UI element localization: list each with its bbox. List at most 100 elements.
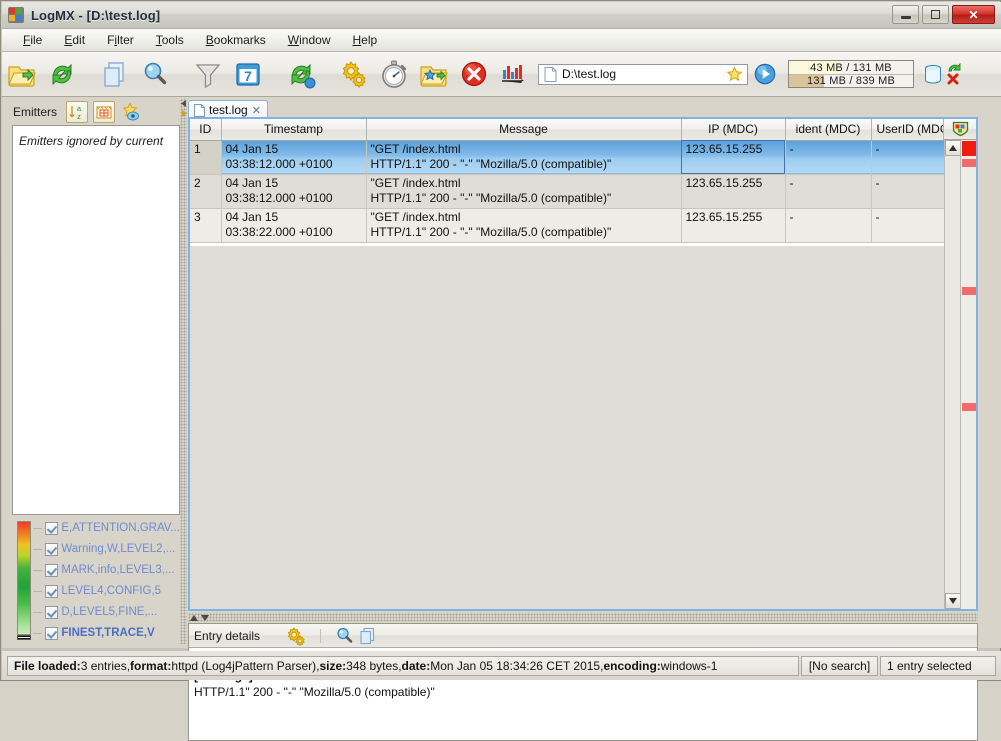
col-header-ip[interactable]: IP (MDC)	[681, 119, 786, 141]
menu-edit[interactable]: Edit	[53, 31, 96, 49]
marker[interactable]	[962, 159, 976, 167]
col-header-id[interactable]: ID	[190, 119, 222, 141]
toolbar-separator	[268, 54, 281, 94]
chart-icon[interactable]	[494, 54, 534, 94]
splitter-collapse-left-icon[interactable]	[180, 99, 187, 108]
delete-red-x-icon	[947, 73, 959, 85]
trash-icon[interactable]	[922, 62, 944, 86]
cell-userid: -	[871, 174, 944, 209]
auto-refresh-icon[interactable]	[281, 54, 321, 94]
splitter-expand-right-icon[interactable]	[180, 109, 187, 118]
sort-az-icon[interactable]: a z	[66, 101, 89, 123]
level-row[interactable]: MARK,info,LEVEL3,...	[33, 561, 180, 579]
scroll-down-icon[interactable]	[945, 593, 961, 609]
marker[interactable]	[962, 141, 976, 156]
severity-shield-icon[interactable]	[943, 119, 976, 140]
level-row[interactable]: D,LEVEL5,FINE,...	[33, 603, 180, 621]
marker[interactable]	[962, 287, 976, 295]
level-row[interactable]: Warning,W,LEVEL2,...	[33, 540, 180, 558]
search-icon[interactable]	[335, 626, 354, 645]
level-checkbox[interactable]	[45, 563, 59, 577]
details-value: HTTP/1.1" 200 - "-" "Mozilla/5.0 (compat…	[194, 685, 435, 699]
level-label: Warning,W,LEVEL2,...	[61, 543, 176, 555]
col-header-userid[interactable]: UserID (MDC)	[871, 119, 944, 141]
entry-marker-gutter[interactable]	[960, 140, 976, 609]
status-bar: File loaded: 3 entries, format: httpd (L…	[2, 651, 1001, 680]
minimize-button[interactable]	[892, 5, 919, 24]
table-row[interactable]: 3 04 Jan 15 03:38:22.000 +0100 "GET /ind…	[190, 208, 944, 243]
status-selection: 1 entry selected	[880, 655, 996, 676]
tab-label: test.log	[209, 103, 248, 117]
menu-tools[interactable]: Tools	[145, 31, 195, 49]
reload-icon[interactable]	[42, 54, 82, 94]
level-row[interactable]: FINEST,TRACE,V	[33, 624, 180, 642]
play-icon[interactable]	[752, 61, 778, 87]
marker[interactable]	[962, 403, 976, 411]
filter-funnel-icon[interactable]	[188, 54, 228, 94]
status-seg-label: size:	[319, 658, 347, 673]
title-bar: LogMX - [D:\test.log] ✕	[2, 2, 1001, 29]
cell-message: "GET /index.html HTTP/1.1" 200 - "-" "Mo…	[366, 140, 682, 175]
level-checkbox[interactable]	[45, 605, 59, 619]
heap-used: 43	[810, 61, 823, 74]
details-collapse-up-icon[interactable]	[188, 613, 199, 622]
favorites-folder-icon[interactable]	[414, 54, 454, 94]
log-path-value: D:\test.log	[562, 67, 617, 81]
reload-small-icon[interactable]	[945, 62, 963, 86]
grid-icon[interactable]	[93, 101, 116, 123]
open-folder-icon[interactable]	[2, 54, 42, 94]
table-row[interactable]: 2 04 Jan 15 03:38:12.000 +0100 "GET /ind…	[190, 174, 944, 209]
emitters-panel: Emitters a z Emitters ignored by current…	[7, 99, 183, 644]
menu-window[interactable]: Window	[277, 31, 342, 49]
menu-help[interactable]: Help	[341, 31, 388, 49]
level-checkbox[interactable]	[45, 521, 59, 535]
calendar-7-icon[interactable]: 7	[228, 54, 268, 94]
menu-file[interactable]: File	[12, 31, 53, 49]
menu-filter[interactable]: Filter	[96, 31, 145, 49]
left-splitter[interactable]	[180, 99, 187, 644]
severity-end-marker	[17, 635, 32, 640]
col-header-timestamp[interactable]: Timestamp	[221, 119, 367, 141]
copy-icon[interactable]	[95, 54, 135, 94]
star-icon[interactable]	[726, 65, 743, 83]
emitters-list[interactable]: Emitters ignored by current	[12, 125, 180, 515]
menu-bookmarks[interactable]: Bookmarks	[195, 31, 277, 49]
memory-gauge[interactable]: 43 MB / 131 MB 131 MB / 839 MB	[788, 60, 914, 88]
details-collapse-down-icon[interactable]	[199, 613, 210, 622]
copy-icon[interactable]	[358, 626, 377, 645]
cell-id: 2	[190, 174, 222, 209]
cell-userid: -	[871, 140, 944, 175]
table-empty-area[interactable]	[190, 246, 944, 609]
level-tick	[33, 590, 43, 592]
maximize-button[interactable]	[922, 5, 949, 24]
table-row[interactable]: 1 04 Jan 15 03:38:12.000 +0100 "GET /ind…	[190, 140, 944, 175]
maximize-icon	[931, 10, 940, 19]
close-red-icon[interactable]	[454, 54, 494, 94]
tab-close-icon[interactable]: ✕	[252, 104, 261, 117]
scrollbar-track[interactable]	[945, 156, 960, 593]
col-header-ident[interactable]: ident (MDC)	[785, 119, 872, 141]
level-row[interactable]: E,ATTENTION,GRAV...	[33, 519, 180, 537]
gears-icon[interactable]	[334, 54, 374, 94]
col-header-message[interactable]: Message	[366, 119, 682, 141]
status-seg-value: 348 bytes,	[346, 658, 402, 673]
main-toolbar: 7 D:\test.log 43 MB / 131 MB 131 MB / 83…	[2, 52, 1001, 97]
scroll-up-icon[interactable]	[945, 140, 961, 156]
log-path-field[interactable]: D:\test.log	[538, 63, 748, 85]
log-table-frame: ID Timestamp Message IP (MDC) ident (MDC…	[188, 117, 978, 611]
details-line: HTTP/1.1" 200 - "-" "Mozilla/5.0 (compat…	[194, 684, 972, 700]
level-checkbox[interactable]	[45, 626, 59, 640]
stopwatch-icon[interactable]	[374, 54, 414, 94]
level-row[interactable]: LEVEL4,CONFIG,5	[33, 582, 180, 600]
level-checkbox[interactable]	[45, 542, 59, 556]
star-badge-icon[interactable]	[120, 101, 142, 123]
close-button[interactable]: ✕	[952, 5, 995, 24]
gears-icon[interactable]	[286, 626, 306, 646]
level-checkbox[interactable]	[45, 584, 59, 598]
log-table-scroll[interactable]: ID Timestamp Message IP (MDC) ident (MDC…	[190, 119, 944, 609]
details-splitter[interactable]	[188, 613, 978, 622]
table-vertical-scrollbar[interactable]	[944, 140, 961, 609]
search-icon[interactable]	[135, 54, 175, 94]
status-search[interactable]: [No search]	[801, 655, 878, 676]
status-seg-value: 3 entries,	[80, 658, 131, 673]
